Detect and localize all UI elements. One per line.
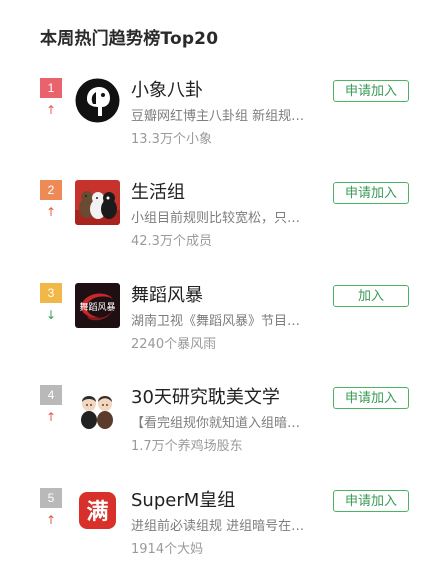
group-description: 进组前必读组规 进组暗号在… <box>131 519 305 534</box>
member-count: 1.7万个养鸡场股东 <box>131 439 243 454</box>
elephant-logo-icon[interactable] <box>75 78 120 123</box>
group-name[interactable]: 小象八卦 <box>131 76 203 102</box>
rank-column: 2 ↑ <box>40 180 62 218</box>
list-item-group-1[interactable]: 1 ↑ 小象八卦 豆瓣网红博主八卦组 新组规… 13.3万个小象 申请加入 <box>0 78 437 174</box>
list-item-group-2[interactable]: 2 ↑ 生活组 小组目前规则比较宽松，只… 42.3万个成员 申请加入 <box>0 180 437 276</box>
trending-groups-page: 本周热门趋势榜Top20 1 ↑ 小象八卦 豆瓣网红博主八卦组 新组规… 13.… <box>0 0 437 565</box>
bears-photo-icon[interactable] <box>75 180 120 225</box>
svg-text:舞蹈风暴: 舞蹈风暴 <box>79 302 115 313</box>
apply-join-button[interactable]: 申请加入 <box>333 490 409 512</box>
member-count: 42.3万个成员 <box>131 234 212 249</box>
rank-badge: 5 <box>40 488 62 508</box>
group-name[interactable]: SuperM皇组 <box>131 486 235 512</box>
trend-up-icon: ↑ <box>45 103 57 117</box>
rank-column: 4 ↑ <box>40 385 62 423</box>
group-name[interactable]: 舞蹈风暴 <box>131 281 203 307</box>
group-description: 湖南卫视《舞蹈风暴》节目… <box>131 314 301 329</box>
group-description: 小组目前规则比较宽松，只… <box>131 211 301 226</box>
member-count: 2240个暴风雨 <box>131 337 217 352</box>
member-count: 1914个大妈 <box>131 542 204 557</box>
join-button[interactable]: 加入 <box>333 285 409 307</box>
member-count: 13.3万个小象 <box>131 132 212 147</box>
rank-badge: 4 <box>40 385 62 405</box>
page-title: 本周热门趋势榜Top20 <box>40 29 219 49</box>
group-name[interactable]: 30天研究耽美文学 <box>131 383 280 409</box>
group-description: 豆瓣网红博主八卦组 新组规… <box>131 109 305 124</box>
trend-up-icon: ↑ <box>45 513 57 527</box>
trend-up-icon: ↑ <box>45 410 57 424</box>
rank-badge: 2 <box>40 180 62 200</box>
rank-badge: 3 <box>40 283 62 303</box>
rank-column: 1 ↑ <box>40 78 62 116</box>
apply-join-button[interactable]: 申请加入 <box>333 80 409 102</box>
cartoon-couple-icon[interactable] <box>75 385 120 430</box>
list-item-group-3[interactable]: 3 ↓ 舞蹈风暴 舞蹈风暴 湖南卫视《舞蹈风暴》节目… 2240个暴风雨 加入 <box>0 283 437 379</box>
group-name[interactable]: 生活组 <box>131 178 185 204</box>
dance-storm-logo-icon[interactable]: 舞蹈风暴 <box>75 283 120 328</box>
trend-up-icon: ↑ <box>45 205 57 219</box>
list-item-group-4[interactable]: 4 ↑ 30天研究耽美文学 【看完组规你就知道入组暗… 1.7万个养鸡场股东 申… <box>0 385 437 481</box>
rank-column: 5 ↑ <box>40 488 62 526</box>
rank-badge: 1 <box>40 78 62 98</box>
rank-column: 3 ↓ <box>40 283 62 321</box>
svg-text:满: 满 <box>86 500 108 525</box>
apply-join-button[interactable]: 申请加入 <box>333 182 409 204</box>
list-item-group-5[interactable]: 5 ↑ 满 SuperM皇组 进组前必读组规 进组暗号在… 1914个大妈 申请… <box>0 488 437 584</box>
group-description: 【看完组规你就知道入组暗… <box>131 416 301 431</box>
man-character-icon[interactable]: 满 <box>75 488 120 533</box>
apply-join-button[interactable]: 申请加入 <box>333 387 409 409</box>
trend-down-icon: ↓ <box>45 308 57 322</box>
